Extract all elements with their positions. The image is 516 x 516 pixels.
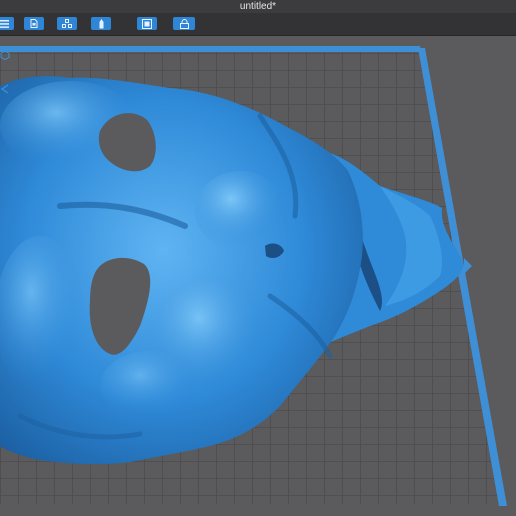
view-cube-icon[interactable] — [0, 50, 10, 60]
lock-button[interactable] — [173, 17, 195, 30]
open-menu-button[interactable] — [0, 17, 14, 30]
view-rotate-icon[interactable] — [0, 84, 10, 94]
supports-button[interactable] — [91, 17, 111, 30]
open-file-button[interactable] — [24, 17, 44, 30]
menu-icon — [0, 19, 9, 28]
orientation-arrow-icon — [464, 258, 472, 274]
window-title: untitled* — [239, 1, 277, 12]
main-toolbar — [0, 13, 516, 36]
title-bar: untitled* — [0, 0, 516, 13]
support-icon — [98, 18, 105, 29]
frame-icon — [142, 18, 152, 29]
frame-button[interactable] — [137, 17, 157, 30]
viewport-canvas — [0, 46, 507, 506]
lock-icon — [179, 18, 189, 29]
arrange-button[interactable] — [57, 17, 77, 30]
3d-viewport[interactable] — [0, 36, 516, 516]
file-icon — [30, 19, 38, 28]
layout-icon — [62, 19, 72, 28]
slicer-app-window: untitled* — [0, 0, 516, 516]
plate-back-edge — [0, 46, 421, 52]
